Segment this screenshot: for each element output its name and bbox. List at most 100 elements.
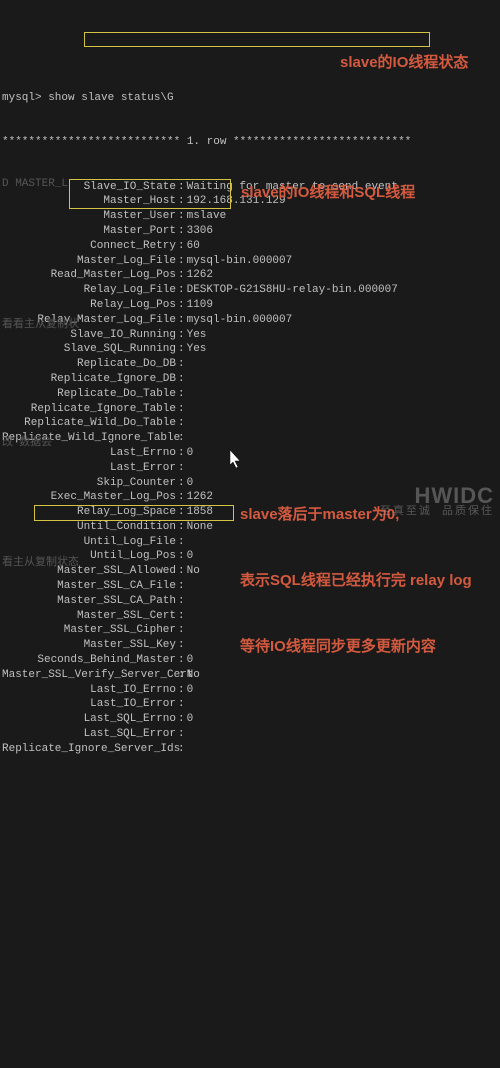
status-row: Until_Log_File: [2, 535, 500, 550]
field-label: Master_User [2, 209, 176, 224]
field-value: No [187, 564, 200, 579]
colon: : [176, 579, 187, 594]
field-value: Yes [187, 342, 207, 357]
status-row: Until_Condition:None [2, 520, 500, 535]
field-value: 1858 [187, 505, 213, 520]
field-label: Master_Host [2, 194, 176, 209]
field-label: Master_SSL_Cert [2, 609, 176, 624]
colon: : [176, 224, 187, 239]
status-row: Replicate_Ignore_Table: [2, 402, 500, 417]
colon: : [176, 697, 187, 712]
field-value: Yes [187, 328, 207, 343]
colon: : [176, 742, 187, 757]
status-row: Relay_Master_Log_File:mysql-bin.000007 [2, 313, 500, 328]
field-label: Relay_Log_File [2, 283, 176, 298]
colon: : [176, 328, 187, 343]
status-row: Relay_Log_Pos:1109 [2, 298, 500, 313]
status-row: Master_SSL_CA_Path: [2, 594, 500, 609]
colon: : [176, 638, 187, 653]
colon: : [176, 505, 187, 520]
status-row: Connect_Retry:60 [2, 239, 500, 254]
status-row: Seconds_Behind_Master:0 [2, 653, 500, 668]
status-row: Last_SQL_Error: [2, 727, 500, 742]
field-label: Replicate_Ignore_Table [2, 402, 176, 417]
field-label: Last_SQL_Errno [2, 712, 176, 727]
field-label: Master_SSL_Cipher [2, 623, 176, 638]
field-value: 1109 [187, 298, 213, 313]
field-label: Last_SQL_Error [2, 727, 176, 742]
status-row: Replicate_Do_DB: [2, 357, 500, 372]
field-label: Last_Error [2, 461, 176, 476]
field-label: Slave_IO_State [2, 180, 176, 195]
status-row: Replicate_Wild_Ignore_Table: [2, 431, 500, 446]
colon: : [176, 476, 187, 491]
status-row: Last_IO_Errno:0 [2, 683, 500, 698]
colon: : [176, 623, 187, 638]
field-label: Slave_SQL_Running [2, 342, 176, 357]
colon: : [176, 668, 187, 683]
colon: : [176, 180, 187, 195]
status-row: Read_Master_Log_Pos:1262 [2, 268, 500, 283]
colon: : [176, 402, 187, 417]
colon: : [176, 549, 187, 564]
status-row: Last_Error: [2, 461, 500, 476]
field-value: 0 [187, 446, 194, 461]
status-row: Until_Log_Pos:0 [2, 549, 500, 564]
colon: : [176, 254, 187, 269]
field-label: Relay_Log_Space [2, 505, 176, 520]
field-label: Relay_Log_Pos [2, 298, 176, 313]
status-row: Exec_Master_Log_Pos:1262 [2, 490, 500, 505]
field-label: Master_SSL_CA_File [2, 579, 176, 594]
status-row: Master_SSL_Allowed:No [2, 564, 500, 579]
field-label: Last_Errno [2, 446, 176, 461]
field-label: Slave_IO_Running [2, 328, 176, 343]
field-label: Replicate_Wild_Do_Table [2, 416, 176, 431]
status-row: Relay_Log_File:DESKTOP-G21S8HU-relay-bin… [2, 283, 500, 298]
status-row: Slave_IO_Running:Yes [2, 328, 500, 343]
status-row: Last_Errno:0 [2, 446, 500, 461]
status-row: Replicate_Ignore_DB: [2, 372, 500, 387]
colon: : [176, 239, 187, 254]
field-value: 60 [187, 239, 200, 254]
colon: : [176, 357, 187, 372]
field-value: 0 [187, 683, 194, 698]
colon: : [176, 683, 187, 698]
field-value: 0 [187, 476, 194, 491]
status-row: Master_User:mslave [2, 209, 500, 224]
colon: : [176, 313, 187, 328]
colon: : [176, 594, 187, 609]
field-label: Seconds_Behind_Master [2, 653, 176, 668]
field-label: Replicate_Do_Table [2, 387, 176, 402]
field-value: 0 [187, 549, 194, 564]
status-row: Master_Port:3306 [2, 224, 500, 239]
colon: : [176, 209, 187, 224]
status-row: Master_Host:192.168.131.129 [2, 194, 500, 209]
field-value: 3306 [187, 224, 213, 239]
field-label: Master_SSL_Key [2, 638, 176, 653]
status-row: Replicate_Wild_Do_Table: [2, 416, 500, 431]
field-value: 1262 [187, 268, 213, 283]
field-label: Connect_Retry [2, 239, 176, 254]
colon: : [176, 387, 187, 402]
status-row: Master_SSL_Key: [2, 638, 500, 653]
prompt-line: mysql> show slave status\G [2, 91, 500, 106]
field-label: Master_SSL_Verify_Server_Cert [2, 668, 176, 683]
status-row: Slave_SQL_Running:Yes [2, 342, 500, 357]
terminal: mysql> show slave status\G *************… [0, 59, 500, 771]
colon: : [176, 653, 187, 668]
colon: : [176, 609, 187, 624]
colon: : [176, 564, 187, 579]
field-label: Until_Log_File [2, 535, 176, 550]
field-value: mslave [187, 209, 227, 224]
field-label: Skip_Counter [2, 476, 176, 491]
colon: : [176, 490, 187, 505]
colon: : [176, 727, 187, 742]
colon: : [176, 461, 187, 476]
field-label: Replicate_Do_DB [2, 357, 176, 372]
field-label: Until_Condition [2, 520, 176, 535]
colon: : [176, 431, 187, 446]
field-value: No [187, 668, 200, 683]
field-value: 0 [187, 653, 194, 668]
status-row: Last_IO_Error: [2, 697, 500, 712]
status-row: Last_SQL_Errno:0 [2, 712, 500, 727]
